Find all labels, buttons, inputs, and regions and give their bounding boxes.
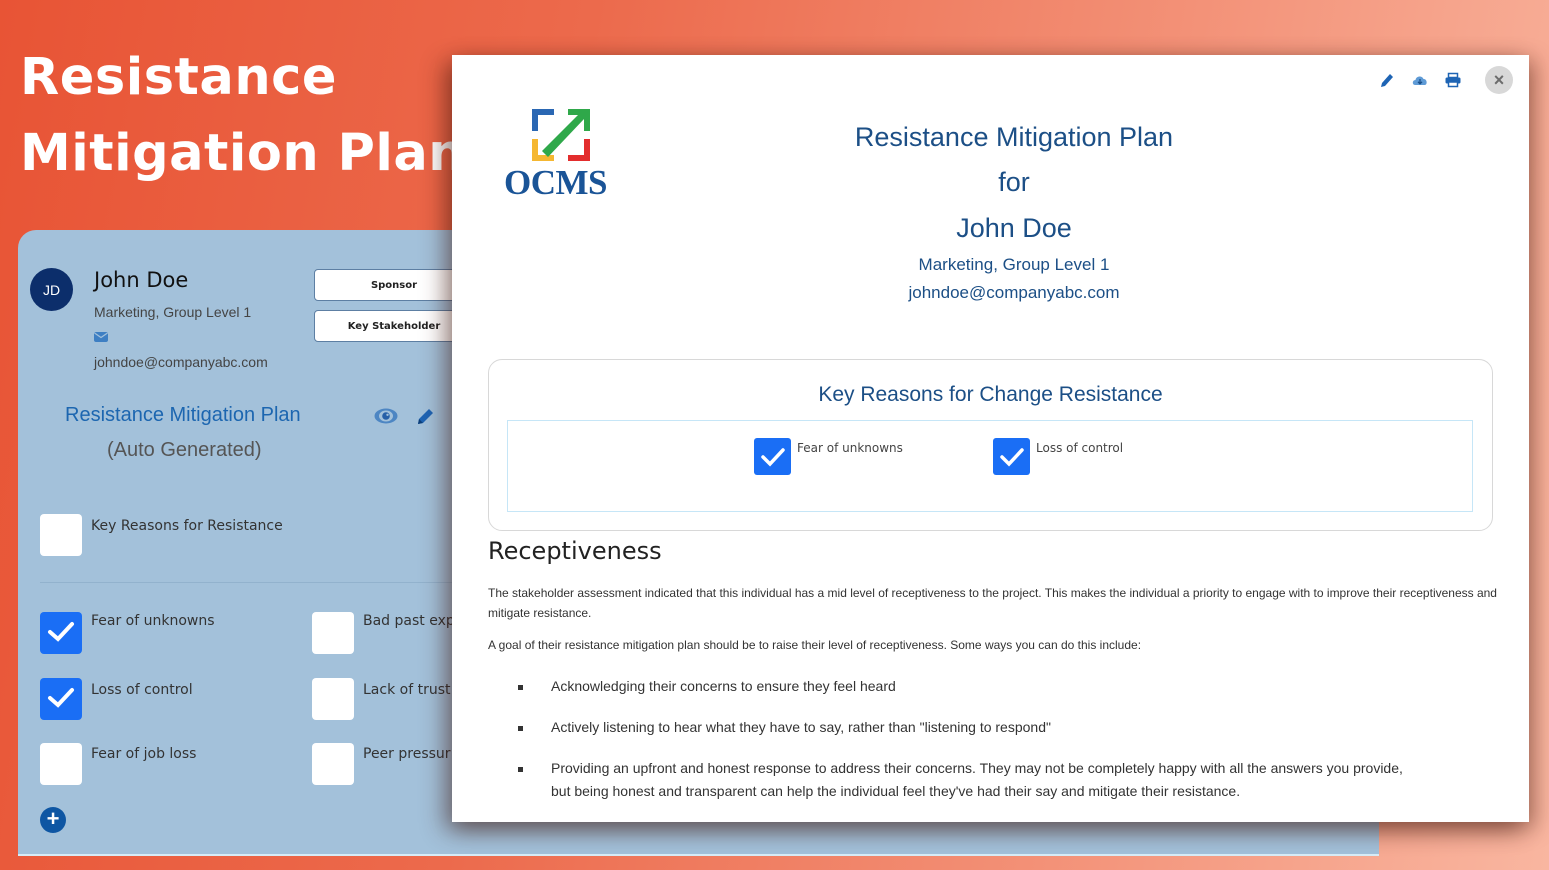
mitigation-list: Acknowledging their concerns to ensure t… (488, 675, 1498, 821)
checkmark-icon (48, 622, 74, 642)
document-title: Resistance Mitigation Plan (854, 122, 1174, 152)
add-reason-button[interactable]: + (40, 807, 66, 833)
avatar: JD (30, 268, 73, 311)
sponsor-button[interactable]: Sponsor (314, 269, 474, 301)
reason-checkbox-fear-of-job-loss[interactable] (40, 743, 82, 785)
document-person-name: John Doe (956, 213, 1072, 243)
plan-document-modal: × OCMS Resistance Mitigation Plan for Jo… (452, 55, 1529, 822)
checkmark-icon (761, 448, 785, 467)
person-department: Marketing, Group Level 1 (94, 304, 252, 320)
hero-title-line1: Resistance (20, 48, 337, 107)
key-reasons-list: Fear of unknowns Loss of control (507, 420, 1473, 512)
key-reasons-title: Key Reasons for Change Resistance (818, 383, 1163, 406)
document-header: Resistance Mitigation Plan for John Doe … (714, 115, 1314, 307)
document-email: johndoe@companyabc.com (908, 283, 1120, 302)
hero-title: Resistance Mitigation Plan (20, 40, 465, 192)
key-reasons-card: Key Reasons for Change Resistance Fear o… (488, 359, 1493, 531)
reason-checkbox-loss-of-control[interactable] (993, 438, 1030, 475)
list-item: Actively listening to hear what they hav… (488, 716, 1498, 739)
pencil-icon[interactable] (414, 406, 436, 428)
reason-label: Loss of control (91, 682, 193, 698)
reason-label: Peer pressur (363, 746, 451, 762)
reason-checkbox-bad-past-exp[interactable] (312, 612, 354, 654)
close-button[interactable]: × (1485, 66, 1513, 94)
reason-checkbox-loss-of-control[interactable] (40, 678, 82, 720)
checkmark-icon (48, 688, 74, 708)
reason-label: Bad past exp (363, 613, 455, 629)
print-icon[interactable] (1444, 72, 1462, 88)
resistance-plan-link[interactable]: Resistance Mitigation Plan (65, 404, 301, 427)
receptiveness-paragraph: The stakeholder assessment indicated tha… (488, 586, 1497, 620)
checkmark-icon (1000, 448, 1024, 467)
eye-icon[interactable] (374, 408, 398, 424)
receptiveness-heading: Receptiveness (488, 537, 662, 565)
reason-checkbox-fear-of-unknowns[interactable] (40, 612, 82, 654)
hero-title-line2: Mitigation Plan (20, 124, 466, 183)
cloud-download-icon[interactable] (1411, 72, 1429, 88)
mail-icon (94, 332, 108, 342)
key-stakeholder-button[interactable]: Key Stakeholder (314, 310, 474, 342)
reason-label: Fear of job loss (91, 746, 197, 762)
logo-text: OCMS (504, 163, 608, 202)
reason-label: Loss of control (1036, 441, 1124, 455)
key-reasons-checkbox[interactable] (40, 514, 82, 556)
document-for: for (998, 167, 1030, 197)
divider (40, 582, 480, 583)
reason-checkbox-lack-of-trust[interactable] (312, 678, 354, 720)
reason-checkbox-peer-pressure[interactable] (312, 743, 354, 785)
person-name: John Doe (94, 268, 189, 292)
reason-checkbox-fear-of-unknowns[interactable] (754, 438, 791, 475)
receptiveness-goal-paragraph: A goal of their resistance mitigation pl… (488, 638, 1142, 652)
key-reasons-label: Key Reasons for Resistance (91, 518, 283, 534)
pencil-icon[interactable] (1378, 72, 1396, 88)
list-item: Providing an upfront and honest response… (488, 757, 1498, 803)
person-email[interactable]: johndoe@companyabc.com (94, 354, 268, 370)
plan-subtitle: (Auto Generated) (107, 439, 262, 461)
reason-label: Fear of unknowns (91, 613, 215, 629)
document-department: Marketing, Group Level 1 (918, 255, 1110, 274)
reason-label: Lack of trust (363, 682, 451, 698)
list-item: Acknowledging their concerns to ensure t… (488, 675, 1498, 698)
reason-label: Fear of unknowns (797, 441, 903, 455)
